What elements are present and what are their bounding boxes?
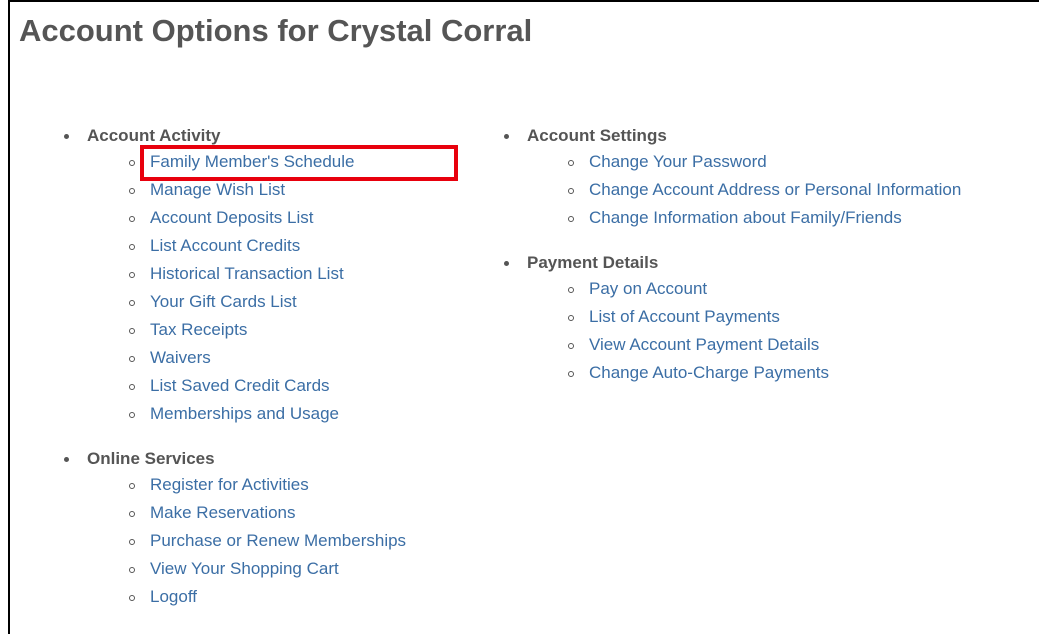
list-item: List of Account Payments [504, 303, 961, 331]
list-account-payments-link[interactable]: List of Account Payments [589, 307, 780, 326]
circle-bullet-icon [129, 216, 135, 222]
circle-bullet-icon [568, 188, 574, 194]
circle-bullet-icon [129, 412, 135, 418]
list-item: List Account Credits [64, 232, 406, 260]
circle-bullet-icon [129, 539, 135, 545]
view-shopping-cart-link[interactable]: View Your Shopping Cart [150, 559, 339, 578]
bullet-icon [64, 457, 69, 462]
change-family-info-link[interactable]: Change Information about Family/Friends [589, 208, 902, 227]
section-payment-details: Payment Details Pay on Account List of A… [504, 251, 961, 387]
online-services-list: Register for Activities Make Reservation… [64, 471, 406, 611]
section-heading: Online Services [64, 447, 406, 471]
list-item: Account Deposits List [64, 204, 406, 232]
section-heading-label: Account Activity [87, 126, 221, 145]
section-online-services: Online Services Register for Activities … [64, 447, 406, 611]
left-column: Account Activity Family Member's Schedul… [64, 124, 406, 630]
circle-bullet-icon [129, 384, 135, 390]
circle-bullet-icon [129, 244, 135, 250]
list-item: Change Account Address or Personal Infor… [504, 176, 961, 204]
list-item: Tax Receipts [64, 316, 406, 344]
circle-bullet-icon [129, 511, 135, 517]
circle-bullet-icon [568, 343, 574, 349]
list-item: Change Information about Family/Friends [504, 204, 961, 232]
circle-bullet-icon [568, 216, 574, 222]
list-item: View Your Shopping Cart [64, 555, 406, 583]
purchase-or-renew-memberships-link[interactable]: Purchase or Renew Memberships [150, 531, 406, 550]
section-heading-label: Payment Details [527, 253, 659, 272]
list-item: Make Reservations [64, 499, 406, 527]
section-heading: Account Settings [504, 124, 961, 148]
manage-wish-list-link[interactable]: Manage Wish List [150, 180, 285, 199]
circle-bullet-icon [568, 160, 574, 166]
circle-bullet-icon [129, 567, 135, 573]
logoff-link[interactable]: Logoff [150, 587, 197, 606]
list-item: Change Your Password [504, 148, 961, 176]
list-item: Purchase or Renew Memberships [64, 527, 406, 555]
circle-bullet-icon [129, 356, 135, 362]
section-heading-label: Online Services [87, 449, 215, 468]
list-item: Historical Transaction List [64, 260, 406, 288]
circle-bullet-icon [129, 188, 135, 194]
section-account-settings: Account Settings Change Your Password Ch… [504, 124, 961, 232]
view-payment-details-link[interactable]: View Account Payment Details [589, 335, 819, 354]
family-members-schedule-link[interactable]: Family Member's Schedule [150, 152, 354, 171]
circle-bullet-icon [568, 315, 574, 321]
change-password-link[interactable]: Change Your Password [589, 152, 767, 171]
list-item: Memberships and Usage [64, 400, 406, 428]
list-saved-credit-cards-link[interactable]: List Saved Credit Cards [150, 376, 330, 395]
list-item: Manage Wish List [64, 176, 406, 204]
tax-receipts-link[interactable]: Tax Receipts [150, 320, 247, 339]
account-deposits-list-link[interactable]: Account Deposits List [150, 208, 313, 227]
change-auto-charge-link[interactable]: Change Auto-Charge Payments [589, 363, 829, 382]
payment-details-list: Pay on Account List of Account Payments … [504, 275, 961, 387]
bullet-icon [64, 134, 69, 139]
account-settings-list: Change Your Password Change Account Addr… [504, 148, 961, 232]
list-account-credits-link[interactable]: List Account Credits [150, 236, 300, 255]
change-address-link[interactable]: Change Account Address or Personal Infor… [589, 180, 961, 199]
circle-bullet-icon [129, 483, 135, 489]
account-activity-list: Family Member's Schedule Manage Wish Lis… [64, 148, 406, 428]
list-item: Register for Activities [64, 471, 406, 499]
list-item: List Saved Credit Cards [64, 372, 406, 400]
list-item: Waivers [64, 344, 406, 372]
list-item: Change Auto-Charge Payments [504, 359, 961, 387]
historical-transaction-list-link[interactable]: Historical Transaction List [150, 264, 344, 283]
gift-cards-list-link[interactable]: Your Gift Cards List [150, 292, 297, 311]
right-column: Account Settings Change Your Password Ch… [504, 124, 961, 406]
list-item: Family Member's Schedule [64, 148, 406, 176]
section-heading: Account Activity [64, 124, 406, 148]
register-for-activities-link[interactable]: Register for Activities [150, 475, 309, 494]
bullet-icon [504, 134, 509, 139]
section-heading-label: Account Settings [527, 126, 667, 145]
page-title: Account Options for Crystal Corral [19, 13, 533, 48]
list-item: View Account Payment Details [504, 331, 961, 359]
list-item: Pay on Account [504, 275, 961, 303]
section-heading: Payment Details [504, 251, 961, 275]
make-reservations-link[interactable]: Make Reservations [150, 503, 296, 522]
bullet-icon [504, 261, 509, 266]
list-item: Your Gift Cards List [64, 288, 406, 316]
circle-bullet-icon [129, 595, 135, 601]
circle-bullet-icon [568, 371, 574, 377]
pay-on-account-link[interactable]: Pay on Account [589, 279, 707, 298]
waivers-link[interactable]: Waivers [150, 348, 211, 367]
circle-bullet-icon [129, 300, 135, 306]
list-item: Logoff [64, 583, 406, 611]
circle-bullet-icon [129, 160, 135, 166]
section-account-activity: Account Activity Family Member's Schedul… [64, 124, 406, 428]
circle-bullet-icon [568, 287, 574, 293]
circle-bullet-icon [129, 272, 135, 278]
circle-bullet-icon [129, 328, 135, 334]
memberships-and-usage-link[interactable]: Memberships and Usage [150, 404, 339, 423]
